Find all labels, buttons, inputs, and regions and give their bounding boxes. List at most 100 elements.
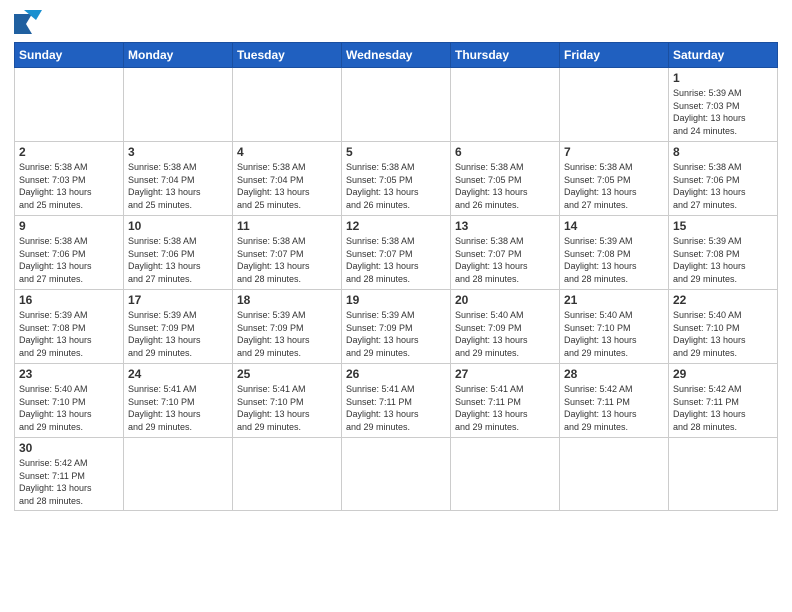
day-number: 11 [237,219,337,233]
col-header-saturday: Saturday [669,43,778,68]
day-info: Sunrise: 5:38 AM Sunset: 7:05 PM Dayligh… [564,161,664,211]
calendar-cell: 30 Sunrise: 5:42 AM Sunset: 7:11 PM Dayli… [15,438,124,511]
header [14,10,778,36]
calendar-cell: 2 Sunrise: 5:38 AM Sunset: 7:03 PM Daylig… [15,142,124,216]
day-number: 25 [237,367,337,381]
calendar-cell: 10 Sunrise: 5:38 AM Sunset: 7:06 PM Dayli… [124,216,233,290]
day-number: 15 [673,219,773,233]
calendar-cell: 29Sunrise: 5:42 AM Sunset: 7:11 PM Dayli… [669,364,778,438]
day-info: Sunrise: 5:39 AM Sunset: 7:08 PM Dayligh… [673,235,773,285]
week-row-4: 23 Sunrise: 5:40 AM Sunset: 7:10 PM Dayli… [15,364,778,438]
day-info: Sunrise: 5:41 AM Sunset: 7:11 PM Dayligh… [346,383,446,433]
day-number: 16 [19,293,119,307]
day-number: 13 [455,219,555,233]
calendar-cell [669,438,778,511]
calendar-cell [124,438,233,511]
day-info: Sunrise: 5:40 AM Sunset: 7:10 PM Dayligh… [564,309,664,359]
calendar-cell [342,68,451,142]
day-info: Sunrise: 5:38 AM Sunset: 7:06 PM Dayligh… [128,235,228,285]
day-info: Sunrise: 5:41 AM Sunset: 7:11 PM Dayligh… [455,383,555,433]
col-header-friday: Friday [560,43,669,68]
day-info: Sunrise: 5:41 AM Sunset: 7:10 PM Dayligh… [128,383,228,433]
calendar-cell: 18 Sunrise: 5:39 AM Sunset: 7:09 PM Dayli… [233,290,342,364]
calendar-cell: 14 Sunrise: 5:39 AM Sunset: 7:08 PM Dayli… [560,216,669,290]
calendar-cell [233,68,342,142]
day-number: 19 [346,293,446,307]
col-header-monday: Monday [124,43,233,68]
calendar-cell: 1 Sunrise: 5:39 AM Sunset: 7:03 PM Daylig… [669,68,778,142]
day-number: 9 [19,219,119,233]
day-number: 23 [19,367,119,381]
calendar-cell: 16 Sunrise: 5:39 AM Sunset: 7:08 PM Dayli… [15,290,124,364]
calendar-cell [342,438,451,511]
calendar-cell: 8Sunrise: 5:38 AM Sunset: 7:06 PM Daylig… [669,142,778,216]
day-number: 18 [237,293,337,307]
calendar-cell: 28 Sunrise: 5:42 AM Sunset: 7:11 PM Dayli… [560,364,669,438]
calendar-cell: 27Sunrise: 5:41 AM Sunset: 7:11 PM Dayli… [451,364,560,438]
week-row-0: 1 Sunrise: 5:39 AM Sunset: 7:03 PM Daylig… [15,68,778,142]
calendar-cell [560,438,669,511]
day-number: 30 [19,441,119,455]
day-info: Sunrise: 5:40 AM Sunset: 7:10 PM Dayligh… [673,309,773,359]
day-info: Sunrise: 5:39 AM Sunset: 7:08 PM Dayligh… [19,309,119,359]
day-info: Sunrise: 5:40 AM Sunset: 7:10 PM Dayligh… [19,383,119,433]
day-info: Sunrise: 5:39 AM Sunset: 7:09 PM Dayligh… [128,309,228,359]
logo [14,10,48,36]
calendar-cell: 5Sunrise: 5:38 AM Sunset: 7:05 PM Daylig… [342,142,451,216]
day-info: Sunrise: 5:39 AM Sunset: 7:09 PM Dayligh… [346,309,446,359]
calendar-cell: 7Sunrise: 5:38 AM Sunset: 7:05 PM Daylig… [560,142,669,216]
calendar-cell [233,438,342,511]
day-number: 4 [237,145,337,159]
calendar-cell: 15 Sunrise: 5:39 AM Sunset: 7:08 PM Dayli… [669,216,778,290]
calendar-cell: 25 Sunrise: 5:41 AM Sunset: 7:10 PM Dayli… [233,364,342,438]
day-info: Sunrise: 5:38 AM Sunset: 7:03 PM Dayligh… [19,161,119,211]
day-info: Sunrise: 5:38 AM Sunset: 7:04 PM Dayligh… [128,161,228,211]
calendar-header-row: SundayMondayTuesdayWednesdayThursdayFrid… [15,43,778,68]
day-info: Sunrise: 5:38 AM Sunset: 7:05 PM Dayligh… [346,161,446,211]
day-number: 10 [128,219,228,233]
day-info: Sunrise: 5:38 AM Sunset: 7:07 PM Dayligh… [455,235,555,285]
col-header-thursday: Thursday [451,43,560,68]
week-row-3: 16 Sunrise: 5:39 AM Sunset: 7:08 PM Dayli… [15,290,778,364]
calendar-cell [560,68,669,142]
col-header-wednesday: Wednesday [342,43,451,68]
day-number: 17 [128,293,228,307]
day-number: 20 [455,293,555,307]
day-number: 12 [346,219,446,233]
calendar-cell: 9 Sunrise: 5:38 AM Sunset: 7:06 PM Daylig… [15,216,124,290]
calendar-cell: 11Sunrise: 5:38 AM Sunset: 7:07 PM Dayli… [233,216,342,290]
calendar-cell [15,68,124,142]
calendar-cell: 17 Sunrise: 5:39 AM Sunset: 7:09 PM Dayli… [124,290,233,364]
day-info: Sunrise: 5:38 AM Sunset: 7:07 PM Dayligh… [346,235,446,285]
calendar-cell: 4 Sunrise: 5:38 AM Sunset: 7:04 PM Daylig… [233,142,342,216]
day-info: Sunrise: 5:42 AM Sunset: 7:11 PM Dayligh… [564,383,664,433]
week-row-1: 2 Sunrise: 5:38 AM Sunset: 7:03 PM Daylig… [15,142,778,216]
day-info: Sunrise: 5:39 AM Sunset: 7:09 PM Dayligh… [237,309,337,359]
day-number: 22 [673,293,773,307]
day-number: 2 [19,145,119,159]
day-info: Sunrise: 5:38 AM Sunset: 7:05 PM Dayligh… [455,161,555,211]
day-number: 21 [564,293,664,307]
week-row-5: 30 Sunrise: 5:42 AM Sunset: 7:11 PM Dayli… [15,438,778,511]
calendar-cell [451,438,560,511]
day-info: Sunrise: 5:42 AM Sunset: 7:11 PM Dayligh… [19,457,119,507]
day-number: 3 [128,145,228,159]
day-info: Sunrise: 5:39 AM Sunset: 7:03 PM Dayligh… [673,87,773,137]
day-info: Sunrise: 5:38 AM Sunset: 7:04 PM Dayligh… [237,161,337,211]
day-number: 24 [128,367,228,381]
calendar-cell: 3 Sunrise: 5:38 AM Sunset: 7:04 PM Daylig… [124,142,233,216]
day-number: 1 [673,71,773,85]
week-row-2: 9 Sunrise: 5:38 AM Sunset: 7:06 PM Daylig… [15,216,778,290]
day-info: Sunrise: 5:41 AM Sunset: 7:10 PM Dayligh… [237,383,337,433]
day-number: 28 [564,367,664,381]
day-info: Sunrise: 5:38 AM Sunset: 7:06 PM Dayligh… [19,235,119,285]
day-info: Sunrise: 5:42 AM Sunset: 7:11 PM Dayligh… [673,383,773,433]
day-info: Sunrise: 5:39 AM Sunset: 7:08 PM Dayligh… [564,235,664,285]
col-header-tuesday: Tuesday [233,43,342,68]
calendar-cell: 13 Sunrise: 5:38 AM Sunset: 7:07 PM Dayli… [451,216,560,290]
day-number: 26 [346,367,446,381]
calendar-cell: 21 Sunrise: 5:40 AM Sunset: 7:10 PM Dayli… [560,290,669,364]
day-info: Sunrise: 5:40 AM Sunset: 7:09 PM Dayligh… [455,309,555,359]
day-number: 14 [564,219,664,233]
calendar-cell [451,68,560,142]
